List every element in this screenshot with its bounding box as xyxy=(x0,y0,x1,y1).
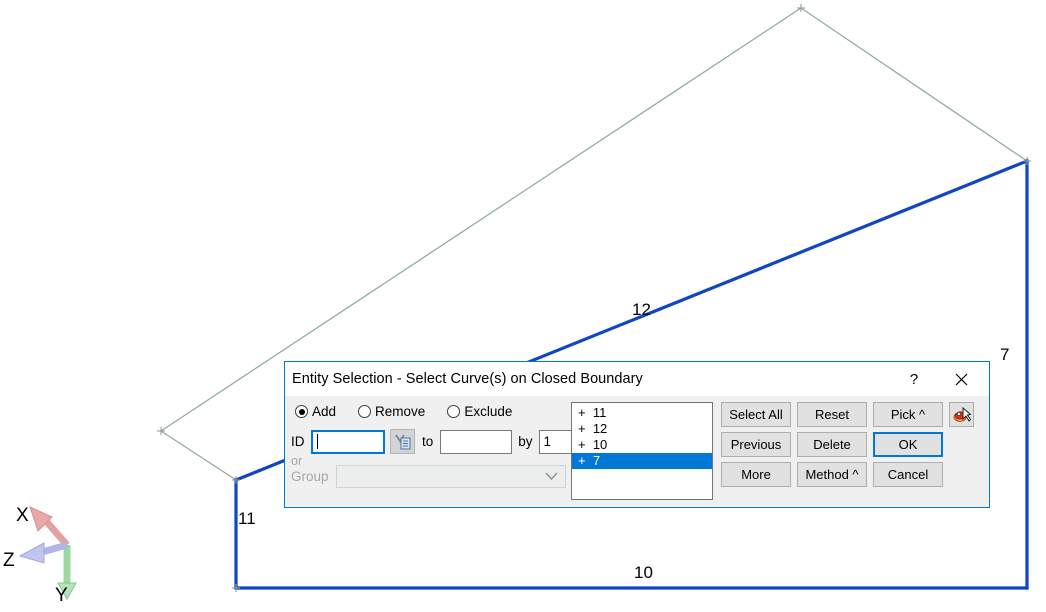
list-picker-icon xyxy=(395,434,411,450)
vertex-marker-bottom-left xyxy=(232,584,240,592)
curve-label-11: 11 xyxy=(238,509,256,528)
cad-viewport[interactable]: 12 7 11 10 X Y Z xyxy=(0,0,1046,612)
or-label: or xyxy=(291,454,303,468)
radio-exclude[interactable]: Exclude xyxy=(447,404,512,419)
vertex-marker-left xyxy=(157,427,165,435)
axis-z-arrow xyxy=(18,541,68,564)
list-item[interactable]: + 12 xyxy=(572,421,712,437)
button-row-1: Select All Reset Pick ^ xyxy=(721,402,974,427)
radio-exclude-indicator xyxy=(447,405,461,418)
curve-edge-lower-left xyxy=(160,430,237,481)
axis-label-y: Y xyxy=(55,585,68,606)
radio-add-label: Add xyxy=(312,404,337,419)
id-input[interactable] xyxy=(311,429,385,454)
list-item[interactable]: + 10 xyxy=(572,437,712,453)
by-label: by xyxy=(518,434,533,449)
pick-button[interactable]: Pick ^ xyxy=(873,402,943,427)
axis-label-z: Z xyxy=(3,550,15,571)
radio-remove-indicator xyxy=(358,405,372,418)
method-button[interactable]: Method ^ xyxy=(797,462,867,487)
group-dropdown[interactable] xyxy=(336,465,566,488)
list-item[interactable]: + 11 xyxy=(572,405,712,421)
to-input[interactable] xyxy=(440,429,513,454)
id-range-row: ID to by 1 xyxy=(291,429,575,454)
group-label: Group xyxy=(291,469,329,484)
button-row-2: Previous Delete OK xyxy=(721,432,974,457)
radio-remove[interactable]: Remove xyxy=(358,404,425,419)
curve-label-7: 7 xyxy=(1000,345,1010,364)
curve-label-10: 10 xyxy=(634,563,653,582)
radio-remove-label: Remove xyxy=(375,404,426,419)
pick-cursor-icon xyxy=(953,406,971,422)
pick-from-list-button[interactable] xyxy=(390,429,415,454)
entity-selection-dialog[interactable]: Entity Selection - Select Curve(s) on Cl… xyxy=(284,361,990,508)
pick-cursor-icon-button[interactable] xyxy=(949,402,974,427)
vertex-marker-top xyxy=(797,4,805,12)
more-button[interactable]: More xyxy=(721,462,791,487)
dialog-titlebar[interactable]: Entity Selection - Select Curve(s) on Cl… xyxy=(285,362,989,396)
curve-label-12: 12 xyxy=(632,300,651,319)
select-all-button[interactable]: Select All xyxy=(721,402,791,427)
button-row-3: More Method ^ Cancel xyxy=(721,462,974,487)
axis-label-x: X xyxy=(16,505,29,526)
id-label: ID xyxy=(291,434,305,449)
dialog-body: Add Remove Exclude ID to by 1 or Group +… xyxy=(285,396,989,508)
delete-button[interactable]: Delete xyxy=(797,432,867,457)
radio-exclude-label: Exclude xyxy=(464,404,513,419)
geometry-canvas xyxy=(157,4,1031,592)
reset-button[interactable]: Reset xyxy=(797,402,867,427)
selection-mode-group: Add Remove Exclude xyxy=(295,404,534,419)
radio-add-indicator xyxy=(295,405,308,418)
help-button[interactable]: ? xyxy=(894,362,934,396)
text-caret xyxy=(317,434,318,449)
list-item[interactable]: + 7 xyxy=(572,453,712,469)
dialog-title: Entity Selection - Select Curve(s) on Cl… xyxy=(292,371,643,387)
dialog-button-grid: Select All Reset Pick ^ Previous Delete … xyxy=(721,402,974,492)
chevron-down-icon xyxy=(545,472,558,480)
axis-x-arrow xyxy=(29,506,70,548)
previous-button[interactable]: Previous xyxy=(721,432,791,457)
ok-button[interactable]: OK xyxy=(873,432,943,457)
close-icon[interactable] xyxy=(941,362,981,396)
selected-entity-list[interactable]: + 11 + 12 + 10 + 7 xyxy=(571,402,713,500)
curve-edge-upper-right xyxy=(800,7,1028,162)
cancel-button[interactable]: Cancel xyxy=(873,462,943,487)
to-label: to xyxy=(422,434,434,449)
radio-add[interactable]: Add xyxy=(295,404,336,419)
by-input[interactable]: 1 xyxy=(538,429,575,454)
